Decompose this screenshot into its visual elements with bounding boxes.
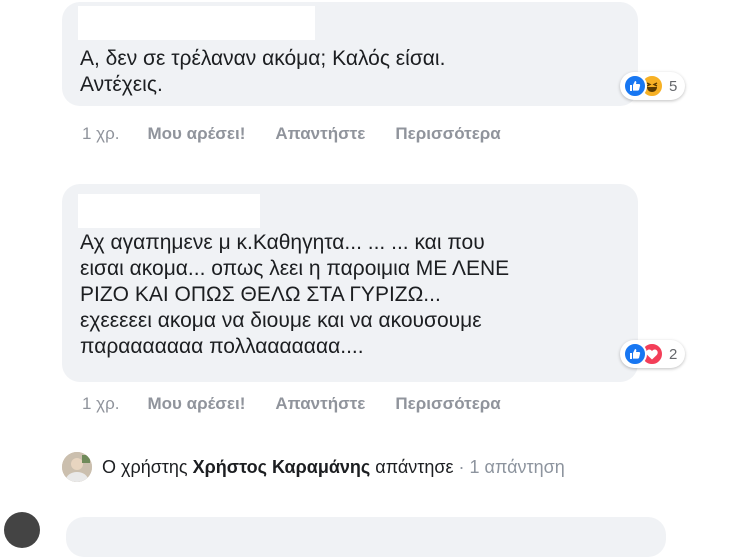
reply-separator: ·: [458, 456, 465, 477]
avatar: [62, 452, 92, 482]
reaction-summary[interactable]: 2: [620, 340, 686, 368]
comment-text: Α, δεν σε τρέλαναν ακόμα; Καλός είσαι. Α…: [80, 47, 446, 96]
reply-link[interactable]: Απαντήστε: [275, 394, 365, 414]
redacted-author-name: [78, 6, 315, 40]
redacted-author-name: [78, 194, 260, 228]
more-link[interactable]: Περισσότερα: [395, 124, 500, 144]
comment-text: Αχ αγαπημενε μ κ.Καθηγητα... ... ... και…: [80, 231, 510, 358]
reply-link[interactable]: Απαντήστε: [275, 124, 365, 144]
like-link[interactable]: Μου αρέσει!: [148, 124, 246, 144]
reaction-count: 5: [669, 77, 678, 95]
comment-actions: 1 χρ. Μου αρέσει! Απαντήστε Περισσότερα: [82, 394, 531, 414]
reaction-count: 2: [669, 345, 678, 363]
comment-timestamp[interactable]: 1 χρ.: [82, 124, 120, 144]
comment-bubble: Αχ αγαπημενε μ κ.Καθηγητα... ... ... και…: [62, 184, 638, 382]
avatar: [4, 512, 40, 548]
reply-prefix: Ο χρήστης: [102, 456, 188, 477]
reply-count-link[interactable]: 1 απάντηση: [470, 457, 565, 478]
comment-bubble: [66, 517, 666, 557]
reply-verb: απάντησε: [375, 456, 454, 477]
comment-actions: 1 χρ. Μου αρέσει! Απαντήστε Περισσότερα: [82, 124, 531, 144]
replies-summary[interactable]: Ο χρήστης Χρήστος Καραμάνης απάντησε · 1…: [62, 450, 565, 484]
like-link[interactable]: Μου αρέσει!: [148, 394, 246, 414]
comment-timestamp[interactable]: 1 χρ.: [82, 394, 120, 414]
reaction-summary[interactable]: 5: [620, 72, 686, 100]
comment-bubble: Α, δεν σε τρέλαναν ακόμα; Καλός είσαι. Α…: [62, 2, 638, 106]
like-icon: [623, 74, 647, 98]
like-icon: [623, 342, 647, 366]
reply-user-link[interactable]: Χρήστος Καραμάνης: [193, 457, 371, 478]
more-link[interactable]: Περισσότερα: [395, 394, 500, 414]
